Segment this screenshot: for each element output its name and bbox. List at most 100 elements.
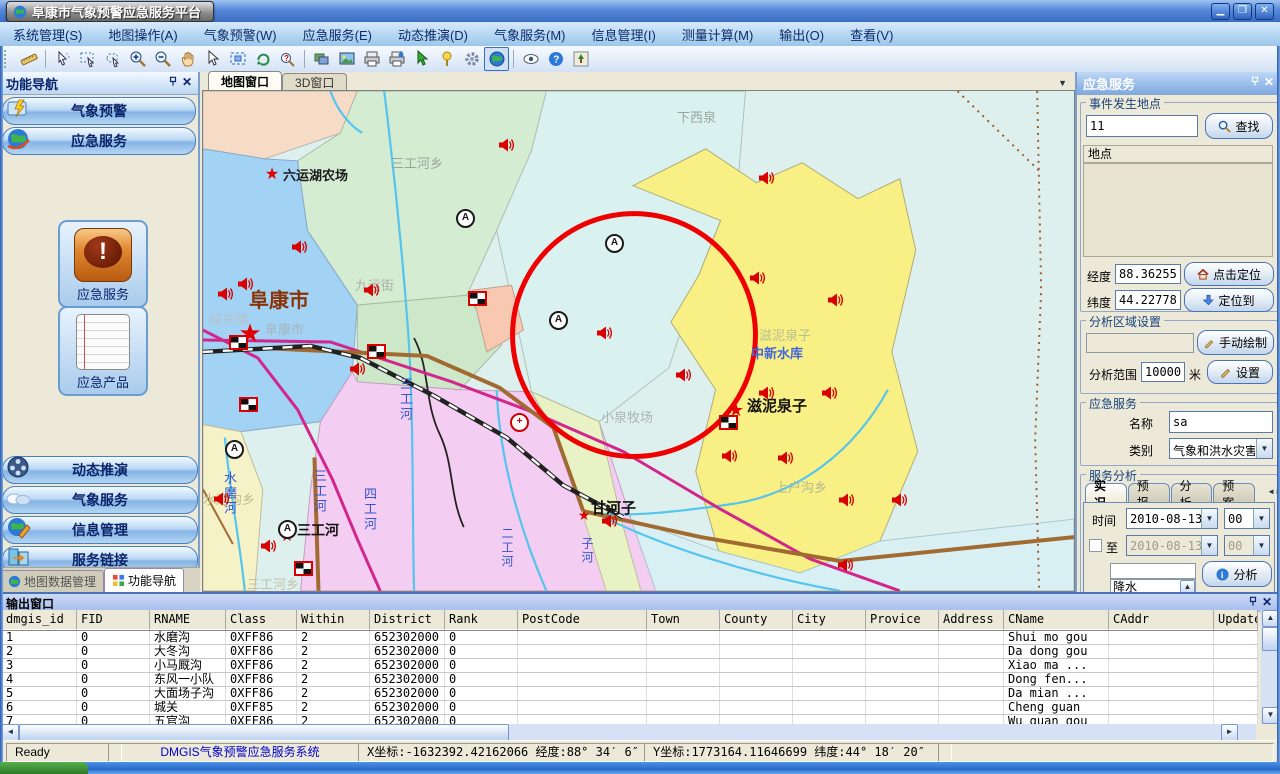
column-header[interactable]: Within xyxy=(297,610,370,630)
minimize-button[interactable]: ▁ xyxy=(1211,3,1230,20)
column-header[interactable]: City xyxy=(793,610,866,630)
refresh-icon[interactable] xyxy=(250,47,275,71)
table-row[interactable]: 20大冬沟0XFF8626523020000Da dong gou xyxy=(2,645,1258,659)
map-tab-0[interactable]: 地图窗口 xyxy=(208,71,282,90)
map-tab-1[interactable]: 3D窗口 xyxy=(282,73,347,90)
column-header[interactable]: CName xyxy=(1004,610,1109,630)
column-header[interactable]: CAddr xyxy=(1109,610,1214,630)
scroll-left-icon[interactable]: ◄ xyxy=(2,724,19,741)
nav-group-bottom-2[interactable]: 信息管理 xyxy=(2,516,198,544)
table-row[interactable]: 30小马厩沟0XFF8626523020000Xiao ma ... xyxy=(2,659,1258,673)
table-row[interactable]: 40东风一小队0XFF8626523020000Dong fen... xyxy=(2,673,1258,687)
service-tab-0[interactable]: 实况 xyxy=(1085,483,1127,503)
table-row[interactable]: 70五官沟0XFF8626523020000Wu guan gou xyxy=(2,715,1258,724)
pin-icon[interactable] xyxy=(166,76,180,90)
scroll-right-icon[interactable]: ► xyxy=(1221,724,1238,741)
menu-item-3[interactable]: 应急服务(E) xyxy=(290,25,385,44)
close-icon[interactable]: ✕ xyxy=(1262,76,1276,90)
globe-3d-icon[interactable] xyxy=(484,47,509,71)
hour-select[interactable]: 00 ▼ xyxy=(1224,508,1270,529)
location-search-input[interactable] xyxy=(1086,115,1198,137)
pan-icon[interactable] xyxy=(175,47,200,71)
column-header[interactable]: PostCode xyxy=(518,610,647,630)
column-header[interactable]: Update xyxy=(1214,610,1258,630)
green-pointer-icon[interactable] xyxy=(409,47,434,71)
range-input[interactable] xyxy=(1141,362,1185,382)
table-row[interactable]: 60城关0XFF8526523020000Cheng guan xyxy=(2,701,1258,715)
panel-tab-0[interactable]: 地图数据管理 xyxy=(0,570,104,592)
hscroll-thumb[interactable] xyxy=(19,724,509,741)
menu-item-0[interactable]: 系统管理(S) xyxy=(0,25,95,44)
map-tab-dropdown-icon[interactable]: ▼ xyxy=(1058,78,1067,88)
place-list-header[interactable]: 地点 xyxy=(1083,145,1273,163)
pin-icon[interactable] xyxy=(1248,76,1262,90)
print-preview-icon[interactable] xyxy=(384,47,409,71)
column-header[interactable]: Address xyxy=(939,610,1004,630)
panel-tab-1[interactable]: 功能导航 xyxy=(104,568,184,592)
placemark-icon[interactable] xyxy=(434,47,459,71)
service-tab-1[interactable]: 预报 xyxy=(1128,483,1170,503)
close-button[interactable]: ✕ xyxy=(1255,3,1274,20)
export-map-icon[interactable] xyxy=(334,47,359,71)
element-list[interactable]: 降水空气温度 ▲ xyxy=(1110,579,1196,592)
element-filter-box[interactable] xyxy=(1110,563,1196,579)
column-header[interactable]: RNAME xyxy=(150,610,226,630)
column-header[interactable]: Rank xyxy=(445,610,518,630)
table-vscrollbar[interactable]: ▲ ▼ xyxy=(1261,610,1278,724)
latitude-input[interactable] xyxy=(1115,290,1181,310)
toolbar-handle[interactable] xyxy=(4,50,12,68)
tab-scroll-left-icon[interactable]: ◄ xyxy=(1267,487,1275,496)
export-image-icon[interactable] xyxy=(568,47,593,71)
scroll-up-icon[interactable]: ▲ xyxy=(1180,580,1195,592)
place-list[interactable] xyxy=(1083,163,1273,257)
close-icon[interactable]: ✕ xyxy=(180,76,194,90)
column-header[interactable]: Town xyxy=(647,610,720,630)
menu-item-6[interactable]: 信息管理(I) xyxy=(579,25,669,44)
longitude-input[interactable] xyxy=(1115,264,1181,284)
restore-button[interactable]: ❐ xyxy=(1233,3,1252,20)
find-button[interactable]: 查找 xyxy=(1205,113,1273,139)
menu-item-5[interactable]: 气象服务(M) xyxy=(481,25,579,44)
menu-item-1[interactable]: 地图操作(A) xyxy=(95,25,190,44)
menu-item-4[interactable]: 动态推演(D) xyxy=(385,25,481,44)
nav-group-bottom-0[interactable]: 动态推演 xyxy=(2,456,198,484)
date-select[interactable]: 2010-08-13 ▼ xyxy=(1126,508,1218,529)
manual-draw-button[interactable]: 手动绘制 xyxy=(1197,330,1274,355)
measure-icon[interactable] xyxy=(16,47,41,71)
map-view[interactable]: 六运湖农场三工河乡下西泉九运街城关镇阜康市阜康市滋泥泉子中新水库滋泥泉子小泉牧场… xyxy=(202,90,1075,592)
print-icon[interactable] xyxy=(359,47,384,71)
chevron-down-icon[interactable]: ▼ xyxy=(1256,439,1272,458)
table-hscrollbar[interactable]: ◄ ► xyxy=(2,724,1256,740)
select-cursor-icon[interactable] xyxy=(50,47,75,71)
close-icon[interactable]: ✕ xyxy=(1260,596,1274,610)
goto-location-button[interactable]: 定位到 xyxy=(1184,288,1274,312)
column-header[interactable]: FID xyxy=(77,610,150,630)
nav-group-bottom-1[interactable]: 气象服务 xyxy=(2,486,198,514)
help-icon[interactable]: ? xyxy=(543,47,568,71)
pin-icon[interactable] xyxy=(1246,596,1260,610)
identify-icon[interactable]: ? xyxy=(275,47,300,71)
nav-group-0[interactable]: 气象预警 xyxy=(2,97,196,125)
menu-item-2[interactable]: 气象预警(W) xyxy=(191,25,290,44)
table-row[interactable]: 50大面场子沟0XFF8626523020000Da mian ... xyxy=(2,687,1258,701)
menu-item-7[interactable]: 测量计算(M) xyxy=(669,25,767,44)
service-name-input[interactable] xyxy=(1169,411,1273,433)
pointer-icon[interactable] xyxy=(200,47,225,71)
column-header[interactable]: Class xyxy=(226,610,297,630)
polygon-select-icon[interactable] xyxy=(100,47,125,71)
service-tab-2[interactable]: 分析 xyxy=(1171,483,1213,503)
menu-item-9[interactable]: 查看(V) xyxy=(837,25,906,44)
column-header[interactable]: District xyxy=(370,610,445,630)
column-header[interactable]: County xyxy=(720,610,793,630)
service-tab-3[interactable]: 预案 xyxy=(1213,483,1255,503)
shortcut-1[interactable]: 应急产品 xyxy=(58,306,148,396)
service-type-select[interactable]: 气象和洪水灾害 ▼ xyxy=(1169,438,1273,459)
zoom-out-icon[interactable] xyxy=(150,47,175,71)
start-button-sliver[interactable] xyxy=(0,762,88,774)
map-layers-icon[interactable] xyxy=(309,47,334,71)
chevron-down-icon[interactable]: ▼ xyxy=(1253,509,1269,528)
range-set-button[interactable]: 设置 xyxy=(1207,360,1273,384)
column-header[interactable]: dmgis_id xyxy=(2,610,77,630)
table-row[interactable]: 10水磨沟0XFF8626523020000Shui mo gou xyxy=(2,631,1258,645)
full-extent-icon[interactable] xyxy=(225,47,250,71)
